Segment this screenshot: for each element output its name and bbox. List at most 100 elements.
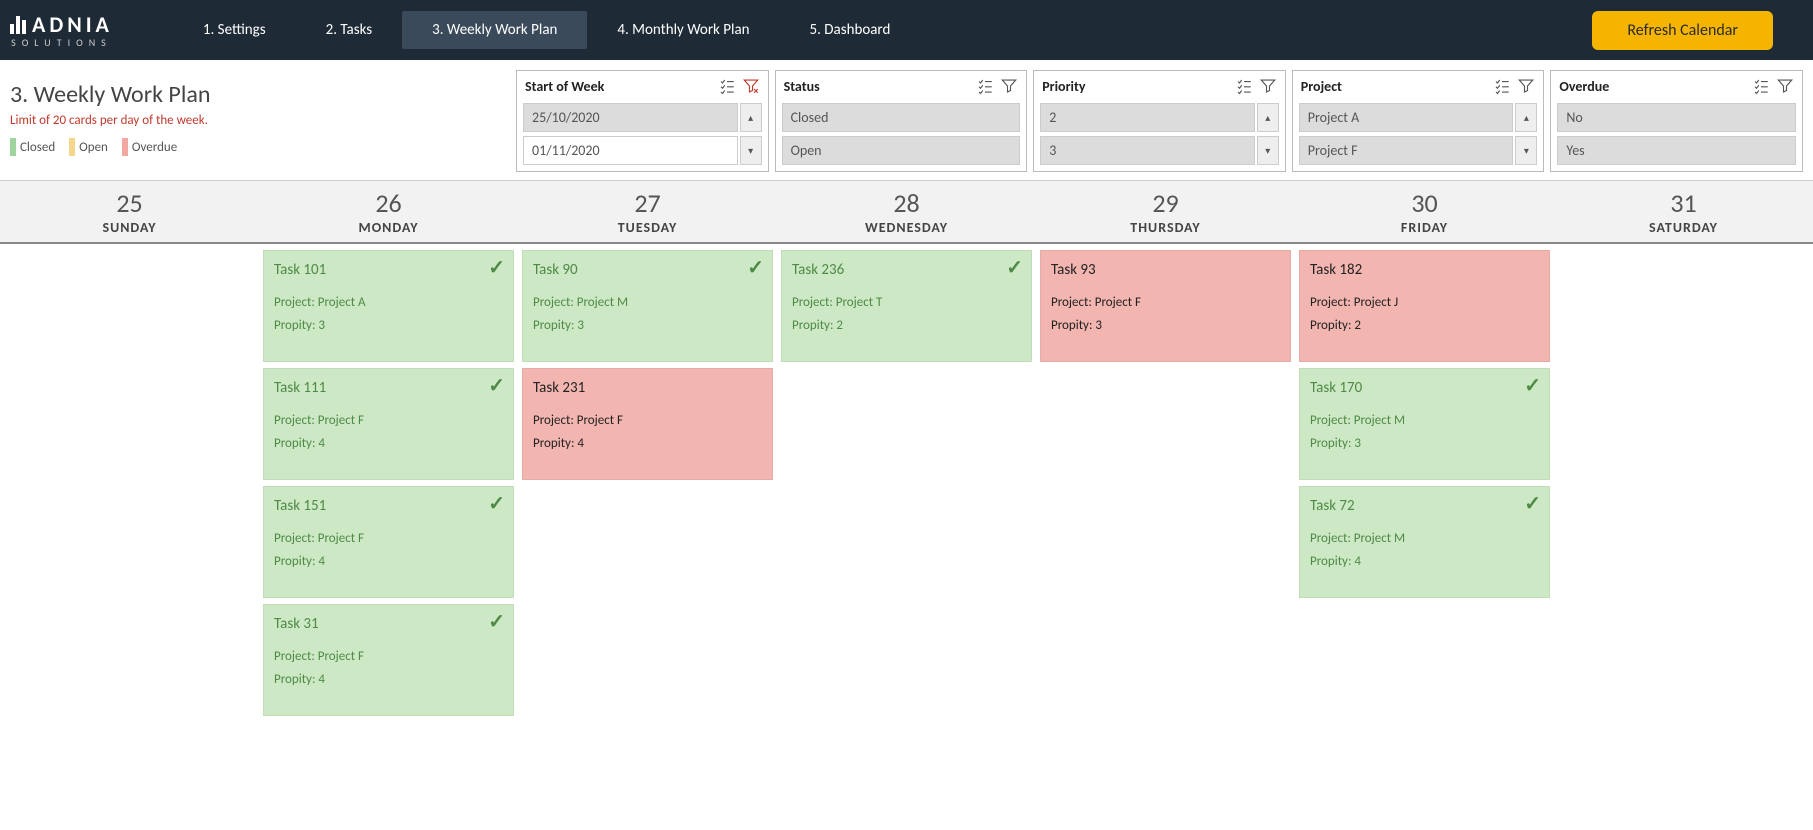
title-block: 3. Weekly Work Plan Limit of 20 cards pe…: [10, 70, 510, 156]
task-card[interactable]: ✓Task 236Project: Project TPropity: 2: [781, 250, 1032, 362]
nav-weekly[interactable]: 3. Weekly Work Plan: [402, 11, 587, 49]
day-name: SUNDAY: [0, 219, 259, 236]
clear-filter-icon[interactable]: [742, 77, 760, 95]
start-week-value-1[interactable]: 25/10/2020: [523, 103, 738, 132]
task-card[interactable]: Task 231Project: Project FPropity: 4: [522, 368, 773, 480]
legend-overdue: Overdue: [122, 138, 177, 156]
filter-label: Start of Week: [525, 78, 604, 95]
nav-tasks[interactable]: 2. Tasks: [296, 11, 403, 49]
check-icon: ✓: [488, 609, 505, 634]
task-project: Project: Project J: [1310, 295, 1539, 310]
filter-status: Status Closed Open: [775, 70, 1028, 172]
spin-up-icon[interactable]: ▴: [1257, 103, 1279, 132]
refresh-calendar-button[interactable]: Refresh Calendar: [1592, 11, 1773, 50]
day-number: 27: [518, 187, 777, 219]
nav-dashboard[interactable]: 5. Dashboard: [780, 11, 921, 49]
multiselect-icon[interactable]: [976, 77, 994, 95]
day-column: ✓Task 236Project: Project TPropity: 2: [777, 244, 1036, 722]
day-header: 27TUESDAY: [518, 181, 777, 242]
filter-icon[interactable]: [1259, 77, 1277, 95]
multiselect-icon[interactable]: [718, 77, 736, 95]
filter-icon[interactable]: [1517, 77, 1535, 95]
task-card[interactable]: ✓Task 90Project: Project MPropity: 3: [522, 250, 773, 362]
legend-open-swatch: [69, 138, 75, 156]
filter-overdue: Overdue No Yes: [1550, 70, 1803, 172]
check-icon: ✓: [488, 373, 505, 398]
page-title: 3. Weekly Work Plan: [10, 80, 510, 109]
task-card[interactable]: Task 93 Project: Project F Propity: 3: [1040, 250, 1291, 362]
task-project: Project: Project M: [533, 295, 762, 310]
nav-monthly[interactable]: 4. Monthly Work Plan: [587, 11, 779, 49]
filter-priority: Priority 2 ▴ 3 ▾: [1033, 70, 1286, 172]
task-project: Project: Project F: [274, 531, 503, 546]
top-nav: ADNIA SOLUTIONS 1. Settings 2. Tasks 3. …: [0, 0, 1813, 60]
task-card[interactable]: Task 182Project: Project JPropity: 2: [1299, 250, 1550, 362]
day-number: 26: [259, 187, 518, 219]
multiselect-icon[interactable]: [1493, 77, 1511, 95]
spin-up-icon[interactable]: ▴: [1515, 103, 1537, 132]
calendar-header: 25SUNDAY26MONDAY27TUESDAY28WEDNESDAY29TH…: [0, 180, 1813, 244]
calendar-body: ✓Task 101Project: Project APropity: 3✓Ta…: [0, 244, 1813, 722]
task-name: Task 231: [533, 379, 762, 397]
task-name: Task 93: [1051, 261, 1280, 279]
task-name: Task 170: [1310, 379, 1539, 397]
project-value-2[interactable]: Project F: [1299, 136, 1514, 165]
project-value-1[interactable]: Project A: [1299, 103, 1514, 132]
day-name: MONDAY: [259, 219, 518, 236]
task-project: Project: Project F: [274, 413, 503, 428]
task-priority: Propity: 4: [1310, 554, 1539, 569]
task-priority: Propity: 3: [1310, 436, 1539, 451]
status-value-2[interactable]: Open: [782, 136, 1021, 165]
filters: Start of Week 25/10/2020 ▴ 01/11/2020 ▾ …: [516, 70, 1803, 172]
limit-note: Limit of 20 cards per day of the week.: [10, 113, 510, 128]
logo-bars-icon: [10, 16, 26, 34]
day-column: [0, 244, 259, 722]
filter-icon[interactable]: [1000, 77, 1018, 95]
overdue-value-2[interactable]: Yes: [1557, 136, 1796, 165]
task-priority: Propity: 3: [1051, 318, 1280, 333]
legend-open-label: Open: [79, 140, 108, 155]
multiselect-icon[interactable]: [1752, 77, 1770, 95]
spin-up-icon[interactable]: ▴: [740, 103, 762, 132]
task-project: Project: Project F: [1051, 295, 1280, 310]
check-icon: ✓: [488, 255, 505, 280]
task-project: Project: Project F: [533, 413, 762, 428]
task-priority: Propity: 4: [274, 672, 503, 687]
day-number: 30: [1295, 187, 1554, 219]
start-week-value-2[interactable]: 01/11/2020: [523, 136, 738, 165]
day-number: 31: [1554, 187, 1813, 219]
spin-down-icon[interactable]: ▾: [1515, 136, 1537, 165]
day-number: 29: [1036, 187, 1295, 219]
filter-label: Overdue: [1559, 78, 1609, 95]
nav-settings[interactable]: 1. Settings: [173, 11, 296, 49]
filter-icon[interactable]: [1776, 77, 1794, 95]
day-header: 29THURSDAY: [1036, 181, 1295, 242]
status-value-1[interactable]: Closed: [782, 103, 1021, 132]
task-card[interactable]: ✓Task 151Project: Project FPropity: 4: [263, 486, 514, 598]
check-icon: ✓: [747, 255, 764, 280]
day-name: WEDNESDAY: [777, 219, 1036, 236]
check-icon: ✓: [1524, 491, 1541, 516]
task-project: Project: Project F: [274, 649, 503, 664]
priority-value-2[interactable]: 3: [1040, 136, 1255, 165]
task-card[interactable]: ✓Task 111Project: Project FPropity: 4: [263, 368, 514, 480]
check-icon: ✓: [1006, 255, 1023, 280]
day-number: 25: [0, 187, 259, 219]
day-header: 26MONDAY: [259, 181, 518, 242]
task-card[interactable]: ✓Task 31Project: Project FPropity: 4: [263, 604, 514, 716]
spin-down-icon[interactable]: ▾: [1257, 136, 1279, 165]
priority-value-1[interactable]: 2: [1040, 103, 1255, 132]
task-project: Project: Project T: [792, 295, 1021, 310]
task-card[interactable]: ✓Task 170Project: Project MPropity: 3: [1299, 368, 1550, 480]
brand-sub: SOLUTIONS: [11, 36, 112, 49]
day-header: 31SATURDAY: [1554, 181, 1813, 242]
brand-name: ADNIA: [32, 11, 113, 38]
overdue-value-1[interactable]: No: [1557, 103, 1796, 132]
multiselect-icon[interactable]: [1235, 77, 1253, 95]
filter-label: Project: [1301, 78, 1342, 95]
spin-down-icon[interactable]: ▾: [740, 136, 762, 165]
legend-open: Open: [69, 138, 108, 156]
task-card[interactable]: ✓Task 72Project: Project MPropity: 4: [1299, 486, 1550, 598]
day-column: Task 93 Project: Project F Propity: 3: [1036, 244, 1295, 722]
task-card[interactable]: ✓Task 101Project: Project APropity: 3: [263, 250, 514, 362]
